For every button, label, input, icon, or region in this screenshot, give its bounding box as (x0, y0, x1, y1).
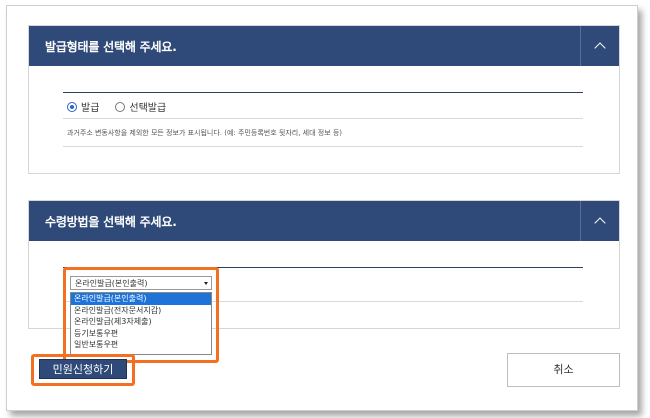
cancel-button[interactable]: 취소 (507, 353, 620, 387)
receive-method-select[interactable]: 온라인발급(본인출력) (70, 276, 212, 290)
option-registered-mail[interactable]: 등기보통우편 (71, 328, 211, 340)
option-regular-mail[interactable]: 일반보통우편 (71, 339, 211, 351)
issue-type-panel: 발급형태를 선택해 주세요. 발급 선택발급 과거주소 변동사항을 제외한 모든… (28, 25, 620, 174)
receive-method-options: 온라인발급(본인출력) 온라인발급(전자문서지갑) 온라인발급(제3자제출) 등… (70, 292, 212, 355)
dropdown-arrow-icon (204, 282, 208, 285)
radio-issue-selective[interactable] (115, 101, 126, 112)
radio-label-issue-selective: 선택발급 (129, 103, 167, 114)
radio-label-issue-full: 발급 (81, 103, 100, 114)
option-online-wallet[interactable]: 온라인발급(전자문서지갑) (71, 305, 211, 317)
submit-application-button[interactable]: 민원신청하기 (39, 359, 127, 379)
issue-type-header: 발급형태를 선택해 주세요. (29, 26, 619, 66)
option-online-self-print[interactable]: 온라인발급(본인출력) (71, 293, 211, 305)
issue-type-title: 발급형태를 선택해 주세요. (45, 40, 177, 54)
option-online-third-party[interactable]: 온라인발급(제3자제출) (71, 316, 211, 328)
collapse-toggle-1[interactable] (580, 26, 619, 66)
receive-method-title: 수령방법을 선택해 주세요. (45, 215, 177, 229)
radio-issue-full[interactable] (67, 101, 77, 112)
divider (63, 92, 583, 93)
divider (63, 146, 583, 147)
info-note: 과거주소 변동사항을 제외한 모든 정보가 표시됩니다. (예: 주민등록번호 … (67, 129, 343, 137)
select-value: 온라인발급(본인출력) (75, 279, 148, 288)
chevron-up-icon (594, 217, 606, 229)
issue-type-options: 발급 선택발급 (67, 99, 166, 114)
collapse-toggle-2[interactable] (580, 201, 619, 241)
divider (63, 118, 583, 119)
chevron-up-icon (594, 42, 606, 54)
receive-method-header: 수령방법을 선택해 주세요. (29, 201, 619, 241)
